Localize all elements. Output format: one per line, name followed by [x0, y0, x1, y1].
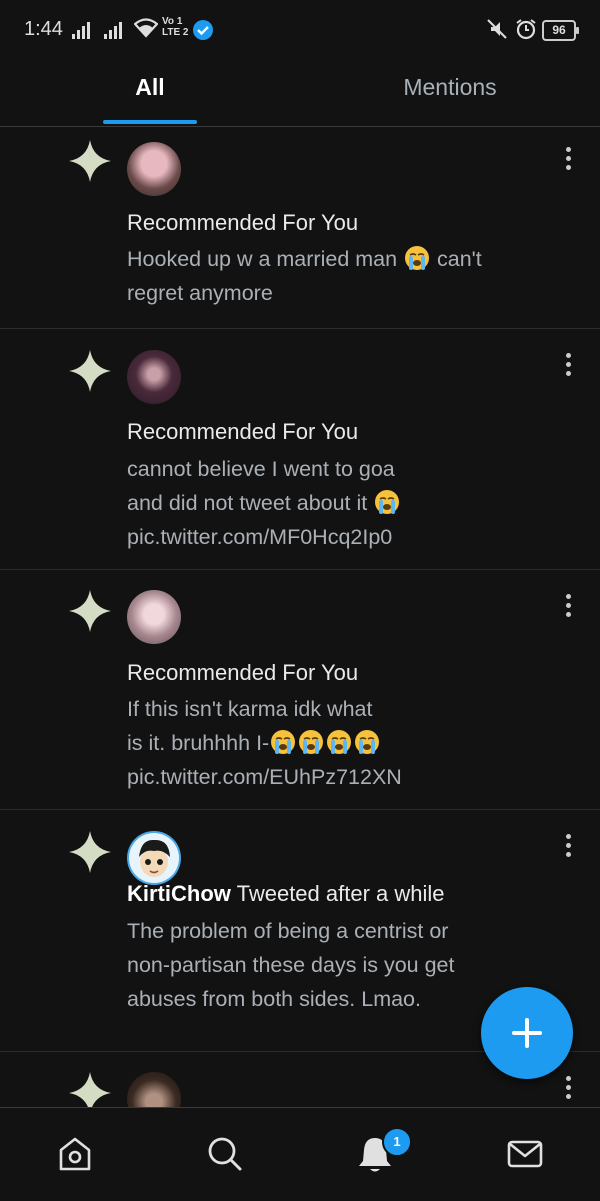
cartoon-avatar-icon [129, 833, 179, 883]
body-line: regret anymore [127, 281, 273, 305]
notification-headline: Recommended For You [127, 210, 359, 235]
status-bar: 1:44 Vo 1 LTE 2 96 [0, 0, 600, 60]
notification-body: If this isn't karma idk what is it. bruh… [127, 692, 527, 794]
sparkle-icon [69, 140, 111, 182]
sparkle-icon [69, 831, 111, 873]
notification-feed[interactable]: Recommended For You Hooked up w a marrie… [0, 127, 600, 1107]
notification-headline: Recommended For You [127, 660, 359, 685]
avatar[interactable] [127, 831, 181, 885]
body-line: and did not tweet about it [127, 486, 527, 520]
tab-selected-indicator [103, 120, 197, 124]
more-options-icon[interactable] [566, 1076, 572, 1103]
notification-headline: Recommended For You [127, 419, 359, 444]
crying-emoji-icon [355, 730, 380, 754]
crying-emoji-icon [271, 730, 296, 754]
sparkle-icon [69, 1072, 111, 1107]
notification-item[interactable]: Recommended For You cannot believe I wen… [0, 329, 600, 570]
notification-body: The problem of being a centrist or non-p… [127, 914, 527, 1016]
alarm-icon [516, 19, 536, 40]
notification-item[interactable]: Recommended For You Hooked up w a marrie… [0, 127, 600, 329]
compose-tweet-button[interactable] [481, 987, 573, 1079]
body-line: is it. bruhhhh I- [127, 726, 527, 760]
battery-icon: 96 [542, 20, 579, 41]
status-time: 1:44 [24, 18, 63, 40]
body-line[interactable]: pic.twitter.com/MF0Hcq2Ip0 [127, 520, 527, 554]
messages-icon[interactable] [501, 1130, 549, 1178]
notification-headline: KirtiChow Tweeted after a while [127, 881, 445, 907]
body-line: cannot believe I went to goa [127, 457, 395, 481]
avatar[interactable] [127, 350, 181, 404]
body-line: non-partisan these days is you get [127, 953, 455, 977]
crying-emoji-icon [405, 246, 430, 270]
crying-emoji-icon [327, 730, 352, 754]
signal-icon [104, 22, 122, 39]
tab-all[interactable]: All [0, 74, 300, 101]
avatar[interactable] [127, 142, 181, 196]
user-name[interactable]: KirtiChow [127, 881, 231, 906]
body-line: Hooked up w a married man can't [127, 246, 482, 271]
sparkle-icon [69, 350, 111, 392]
notification-body: cannot believe I went to goa and did not… [127, 452, 527, 554]
crying-emoji-icon [375, 490, 400, 514]
signal-icon [72, 22, 90, 39]
headline-text: Tweeted after a while [236, 881, 445, 906]
more-options-icon[interactable] [566, 353, 572, 380]
more-options-icon[interactable] [566, 147, 572, 174]
notification-count-badge: 1 [382, 1127, 412, 1157]
crying-emoji-icon [299, 730, 324, 754]
search-icon[interactable] [201, 1130, 249, 1178]
avatar[interactable] [127, 1072, 181, 1107]
body-line: The problem of being a centrist or [127, 919, 449, 943]
avatar[interactable] [127, 590, 181, 644]
body-line: abuses from both sides. Lmao. [127, 987, 421, 1011]
more-options-icon[interactable] [566, 834, 572, 861]
sparkle-icon [69, 590, 111, 632]
more-options-icon[interactable] [566, 594, 572, 621]
body-line[interactable]: pic.twitter.com/EUhPz712XN [127, 760, 527, 794]
volte-icon: Vo 1 LTE 2 [162, 16, 189, 38]
notification-body: Hooked up w a married man can't regret a… [127, 242, 527, 310]
wifi-icon [134, 18, 158, 38]
bottom-navigation: 1 [0, 1107, 600, 1201]
twitter-status-icon [193, 20, 213, 40]
notification-tabs: All Mentions [0, 60, 600, 127]
tab-mentions[interactable]: Mentions [300, 74, 600, 101]
notification-item[interactable]: Recommended For You If this isn't karma … [0, 570, 600, 810]
mute-icon [487, 19, 507, 39]
body-line: If this isn't karma idk what [127, 697, 373, 721]
home-icon[interactable] [51, 1130, 99, 1178]
